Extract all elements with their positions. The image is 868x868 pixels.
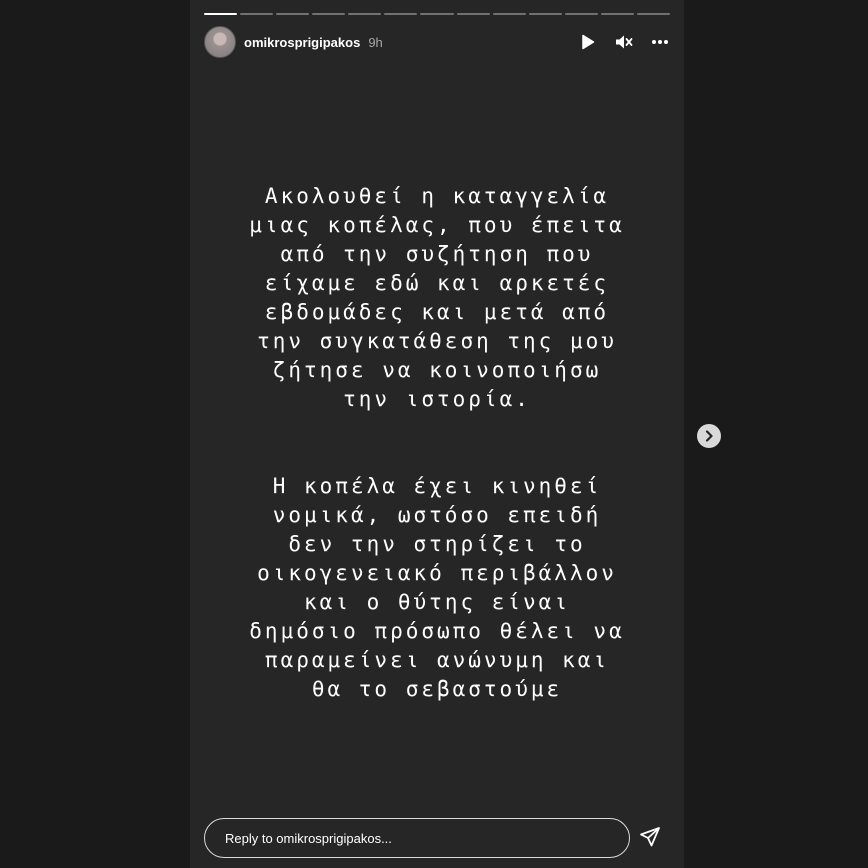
- progress-segment: [456, 13, 490, 15]
- progress-segment: [312, 13, 346, 15]
- mute-icon: [616, 35, 633, 49]
- story-header: omikrosprigipakos 9h: [204, 26, 670, 58]
- post-time: 9h: [368, 34, 383, 50]
- progress-segment: [528, 13, 562, 15]
- progress-segment: [636, 13, 671, 15]
- send-icon: [640, 827, 660, 847]
- story-paragraph-1: Ακολουθεί η καταγγελία μιας κοπέλας, που…: [249, 184, 625, 411]
- progress-segment: [600, 13, 634, 15]
- more-options-button[interactable]: [650, 32, 670, 52]
- progress-segment: [492, 13, 526, 15]
- play-icon: [582, 34, 595, 50]
- next-story-button[interactable]: [697, 424, 721, 448]
- progress-segment: [384, 13, 418, 15]
- progress-segment: [420, 13, 454, 15]
- progress-segment: [276, 13, 310, 15]
- play-button[interactable]: [578, 32, 598, 52]
- story-viewer: omikrosprigipakos 9h Ακολουθεί η καταγγε…: [190, 0, 684, 868]
- progress-segment: [204, 13, 238, 15]
- more-icon: [652, 40, 668, 44]
- reply-placeholder: Reply to omikrosprigipakos...: [225, 830, 392, 846]
- story-text: Ακολουθεί η καταγγελία μιας κοπέλας, που…: [214, 153, 660, 733]
- story-progress-bar: [204, 13, 671, 15]
- chevron-right-icon: [705, 430, 713, 442]
- progress-segment: [240, 13, 274, 15]
- story-controls: [578, 32, 670, 52]
- mute-button[interactable]: [614, 32, 634, 52]
- story-paragraph-2: Η κοπέλα έχει κινηθεί νομικά, ωστόσο επε…: [249, 474, 625, 701]
- avatar[interactable]: [204, 26, 236, 58]
- progress-segment: [564, 13, 598, 15]
- progress-segment: [348, 13, 382, 15]
- send-button[interactable]: [639, 826, 661, 848]
- username[interactable]: omikrosprigipakos: [244, 35, 360, 50]
- reply-input[interactable]: Reply to omikrosprigipakos...: [204, 818, 630, 858]
